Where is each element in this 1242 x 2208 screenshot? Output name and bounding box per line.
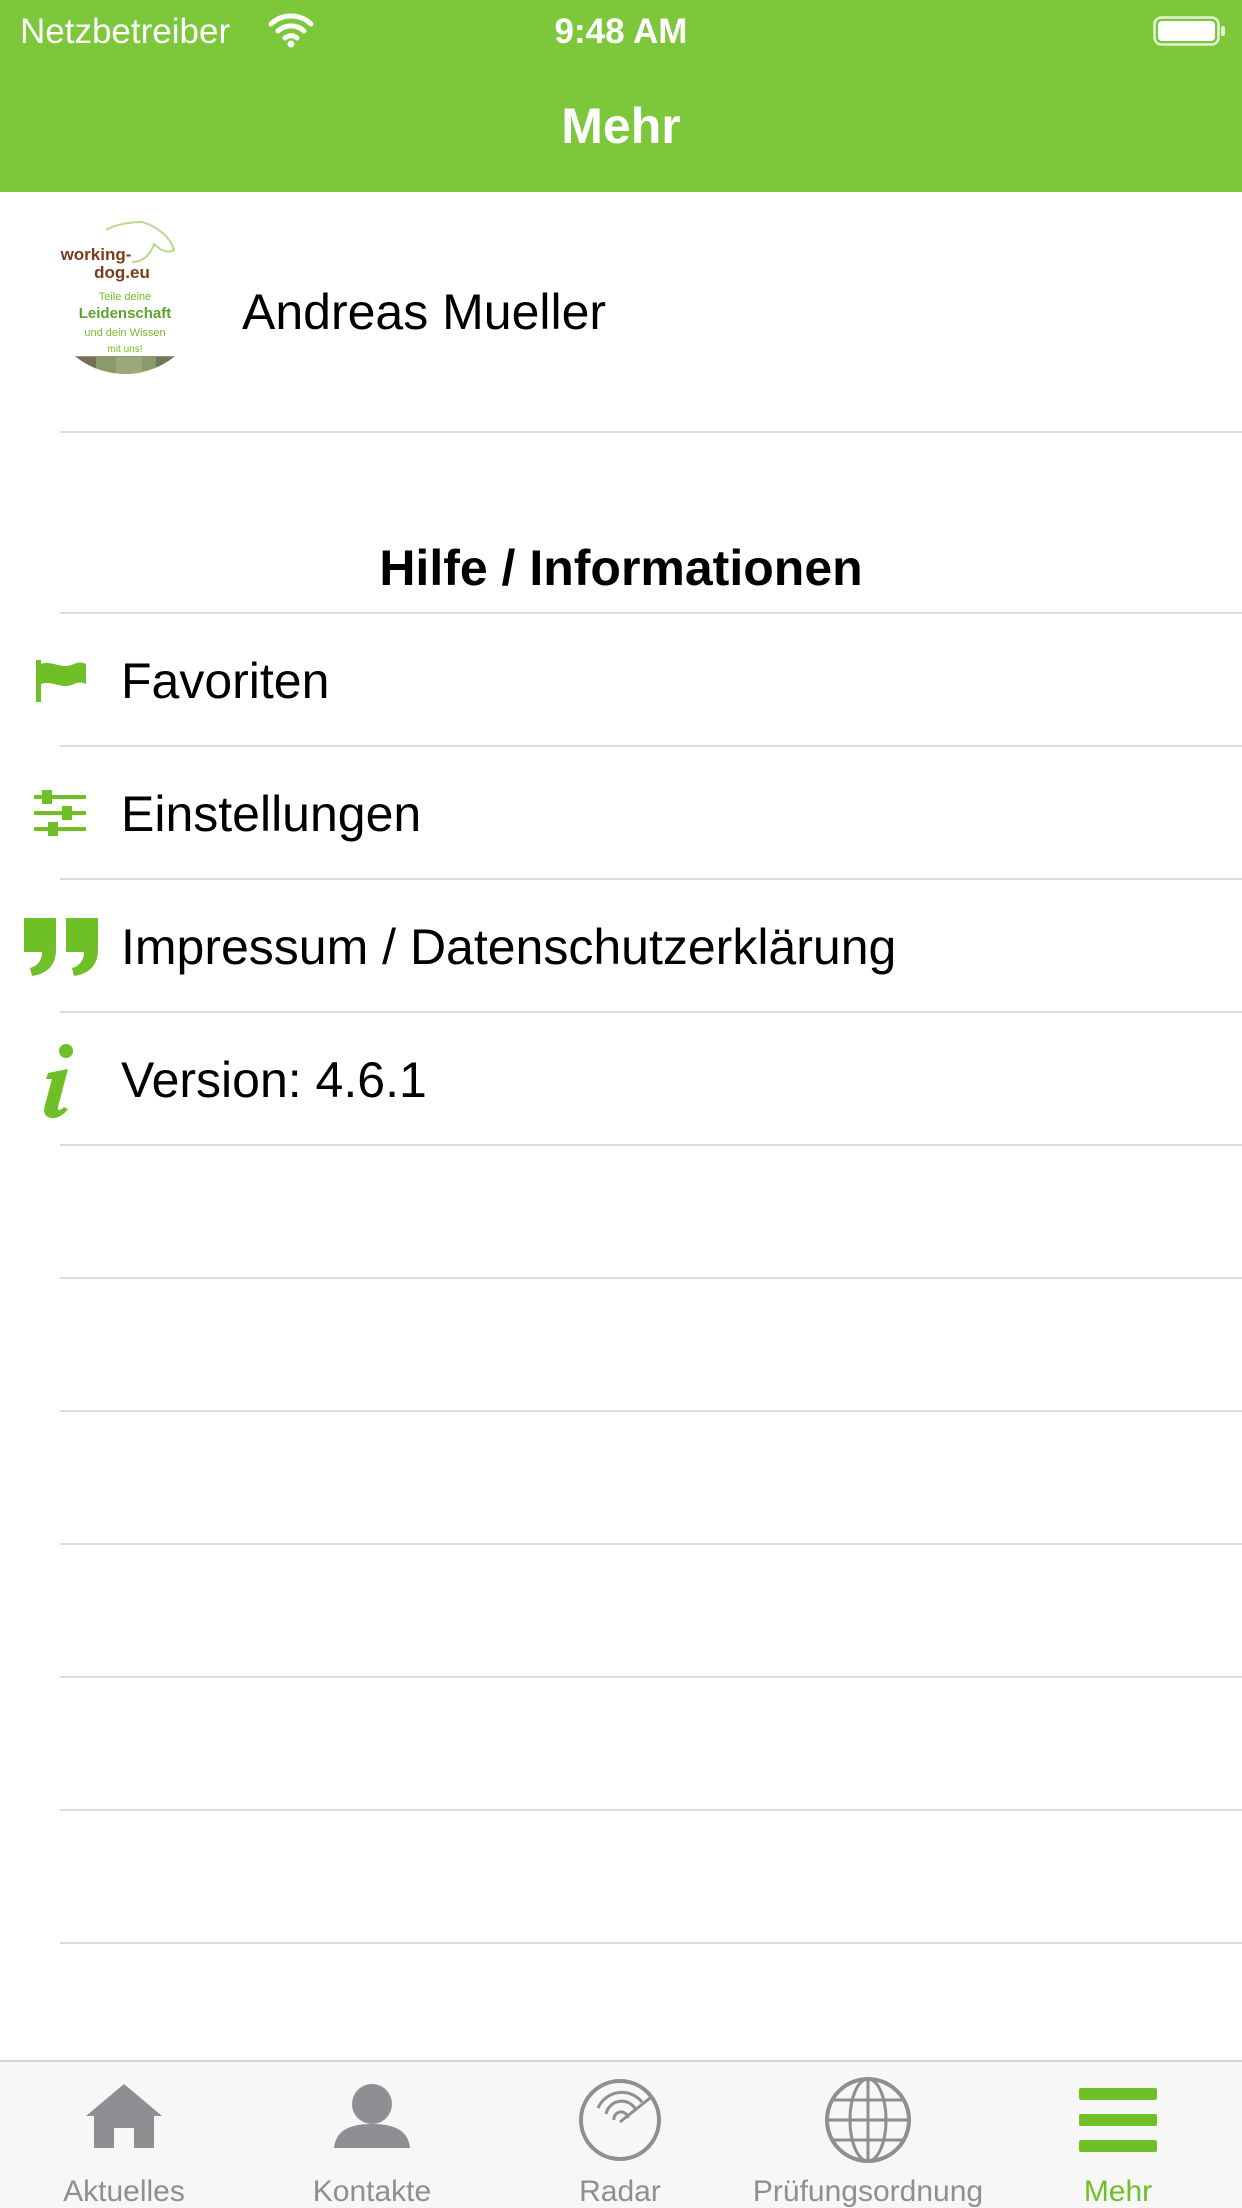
status-time: 9:48 AM [554,12,688,51]
hamburger-menu-icon [1079,2088,1157,2152]
divider [60,1277,1242,1279]
avatar: working- dog.eu Teile deine Leidenschaft… [46,216,204,374]
logo-text-2: dog.eu [94,263,150,282]
menu-item-label: Favoriten [121,653,330,709]
tab-label: Radar [579,2175,661,2208]
person-icon [334,2084,410,2148]
tab-pruefungsordnung[interactable]: Prüfungsordnung [744,2062,992,2208]
logo-text-3: Teile deine [99,291,152,303]
tab-bar: Aktuelles Kontakte Radar Prüfungsordnung… [0,2060,1242,2208]
menu-item-label: Einstellungen [121,786,422,842]
menu-item-impressum[interactable]: Impressum / Datenschutzerklärung [0,880,1242,1012]
globe-icon [825,2077,911,2163]
navigation-bar: Netzbetreiber 9:48 AM Mehr [0,0,1242,192]
divider [60,431,1242,433]
flag-icon [36,660,86,702]
logo-text-5: und dein Wissen [84,327,165,339]
tab-radar[interactable]: Radar [496,2062,744,2208]
tab-label: Prüfungsordnung [752,2175,984,2208]
divider [60,1410,1242,1412]
logo-text-1: working- [60,245,132,264]
radar-icon [579,2079,661,2161]
tab-mehr[interactable]: Mehr [994,2062,1242,2208]
divider [60,1809,1242,1811]
divider [60,1942,1242,1944]
info-icon [44,1044,73,1119]
battery-icon [1153,16,1225,46]
profile-row[interactable]: working- dog.eu Teile deine Leidenschaft… [0,192,1242,432]
version-label: Version: 4.6.1 [121,1052,427,1108]
tab-label: Mehr [1083,2175,1153,2208]
logo-text-4: Leidenschaft [79,305,172,322]
divider [60,1144,1242,1146]
home-icon [86,2084,162,2148]
screen: Netzbetreiber 9:48 AM Mehr working- dog.… [0,0,1242,2208]
tab-aktuelles[interactable]: Aktuelles [0,2062,248,2208]
profile-name: Andreas Mueller [242,284,607,340]
sliders-icon [34,790,86,836]
divider [60,1676,1242,1678]
divider [60,1543,1242,1545]
tab-kontakte[interactable]: Kontakte [248,2062,496,2208]
menu-item-label: Impressum / Datenschutzerklärung [121,919,897,975]
working-dog-logo: working- dog.eu Teile deine Leidenschaft… [46,216,204,374]
page-title: Mehr [561,98,681,154]
logo-text-6: mit uns! [107,344,142,355]
menu-item-einstellungen[interactable]: Einstellungen [0,747,1242,879]
section-header: Hilfe / Informationen [379,540,863,596]
menu-item-version: Version: 4.6.1 [0,1013,1242,1145]
tab-label: Kontakte [312,2175,432,2208]
quote-icon [24,918,98,976]
menu-item-favoriten[interactable]: Favoriten [0,614,1242,746]
